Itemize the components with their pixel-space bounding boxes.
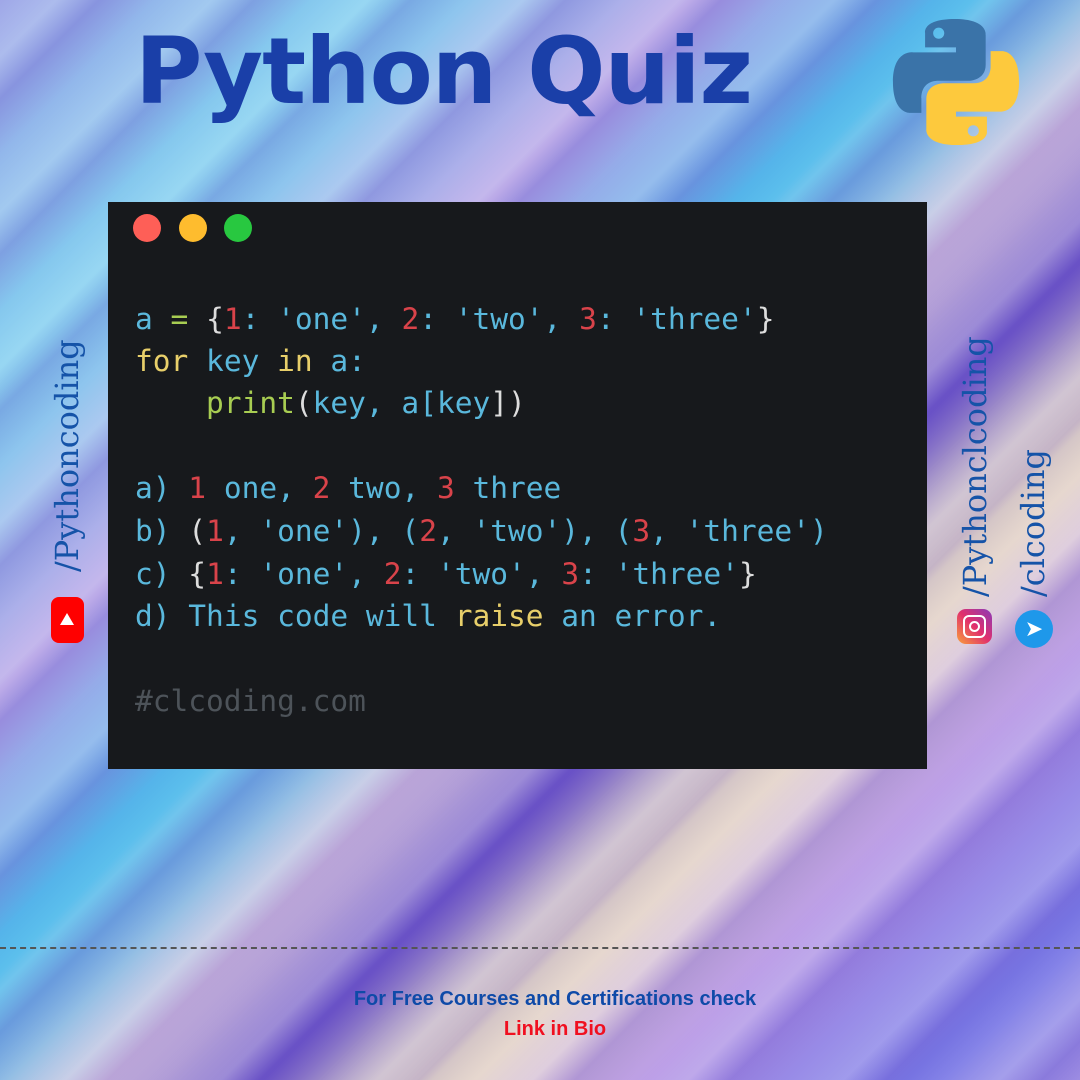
python-logo-icon	[892, 18, 1020, 146]
code-comment: #clcoding.com	[135, 684, 366, 718]
instagram-handle[interactable]: /Pythonclcoding	[956, 336, 994, 597]
option-a: a) 1 one, 2 two, 3 three	[135, 471, 562, 505]
clcoding-handle[interactable]: /clcoding	[1014, 449, 1052, 597]
minimize-dot-icon	[179, 214, 207, 242]
divider	[0, 947, 1080, 949]
maximize-dot-icon	[224, 214, 252, 242]
code-line-3: print(key, a[key])	[206, 386, 526, 420]
code-line-1: a = {1: 'one', 2: 'two', 3: 'three'}	[135, 302, 775, 336]
page-title: Python Quiz	[135, 18, 753, 125]
youtube-icon[interactable]	[51, 597, 84, 643]
close-dot-icon	[133, 214, 161, 242]
footer-text: For Free Courses and Certifications chec…	[353, 988, 757, 1010]
option-d: d) This code will raise an error.	[135, 599, 722, 633]
option-c: c) {1: 'one', 2: 'two', 3: 'three'}	[135, 557, 757, 591]
instagram-icon[interactable]	[957, 609, 992, 644]
threads-bird-icon[interactable]: ➤	[1015, 610, 1053, 648]
code-line-2: for key in a:	[135, 344, 366, 378]
link-in-bio[interactable]: Link in Bio	[0, 1018, 1080, 1041]
youtube-handle[interactable]: /Pythoncoding	[48, 339, 86, 572]
option-b: b) (1, 'one'), (2, 'two'), (3, 'three')	[135, 514, 828, 548]
